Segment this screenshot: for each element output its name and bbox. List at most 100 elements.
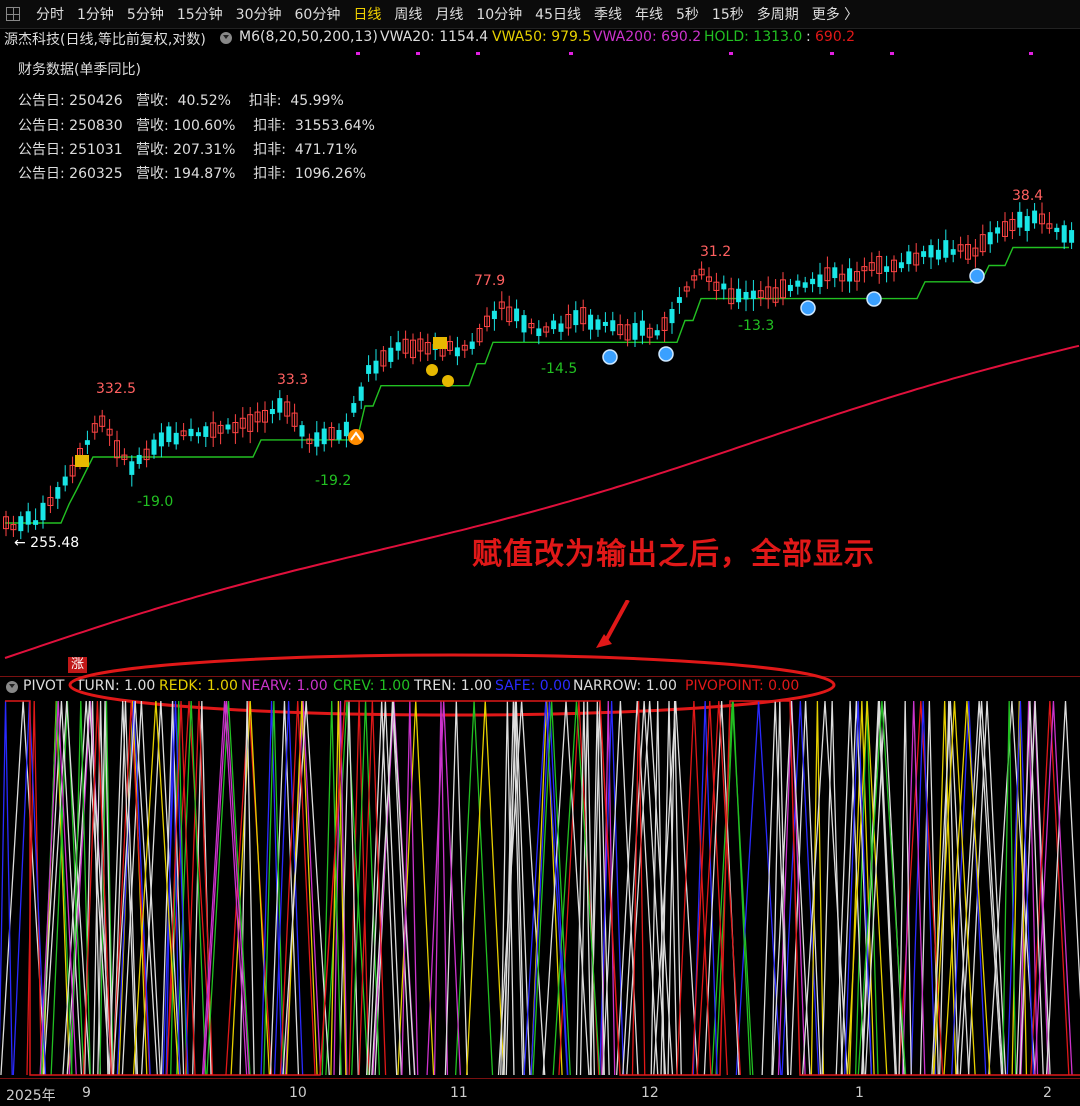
tab-period[interactable]: 10分钟 [476,4,522,24]
candlestick-chart[interactable] [0,48,1080,668]
tab-period[interactable]: 1分钟 [77,4,114,24]
tab-period[interactable]: 60分钟 [295,4,341,24]
candle-down [358,386,364,401]
info-dot [830,52,834,55]
candle-down [1017,211,1023,228]
hold-separator: : [806,29,811,45]
candle-down [151,439,157,455]
info-dot [356,52,360,55]
candle-down [40,502,46,521]
candle-down [84,440,90,445]
hold-value: HOLD: 1313.0 [704,29,803,45]
candle-down [62,476,68,486]
tab-period[interactable]: 年线 [635,4,663,24]
hold-line [5,246,1069,524]
candle-down [314,432,320,447]
candle-down [1069,230,1075,243]
candle-down [388,347,394,362]
tab-period[interactable]: 45日线 [535,4,581,24]
x-tick: 2 [1043,1085,1052,1101]
info-dot [1029,52,1033,55]
candle-down [25,511,31,525]
candle-down [136,454,142,465]
candle-down [810,278,816,285]
info-dot [476,52,480,55]
candle-down [847,268,853,282]
tab-period[interactable]: 日线 [353,4,381,24]
x-tick: 9 [82,1085,91,1101]
tab-period[interactable]: 5秒 [676,4,699,24]
tab-period[interactable]: 5分钟 [127,4,164,24]
candle-down [18,516,24,532]
candle-down [225,424,231,430]
candle-down [454,347,460,357]
collapse-main-icon[interactable] [220,32,232,44]
tab-period[interactable]: 分时 [36,4,64,24]
candle-down [950,249,956,255]
vwa50-value: VWA50: 979.5 [492,29,592,45]
candle-down [610,320,616,332]
annotation-arrow [602,600,630,645]
layout-grid-icon[interactable] [6,7,20,21]
candle-down [188,428,194,437]
tab-period[interactable]: 季线 [594,4,622,24]
pivot-signal-chart[interactable] [0,697,1080,1077]
tab-period[interactable]: 15秒 [712,4,744,24]
tab-period[interactable]: 周线 [394,4,422,24]
candle-down [928,245,934,258]
m6-params[interactable]: M6(8,20,50,200,13) [239,29,378,45]
candle-down [750,290,756,300]
candle-down [832,267,838,279]
high-label: 77.9 [474,273,506,289]
candle-down [514,308,520,322]
hold-second-value: 690.2 [815,29,856,45]
high-label: 332.5 [96,381,137,397]
candle-down [558,323,564,332]
vwa20-value: VWA20: 1154.4 [380,29,489,45]
candle-down [639,320,645,336]
candle-down [676,297,682,303]
candle-down [395,342,401,351]
info-dot [569,52,573,55]
candle-down [721,283,727,290]
candle-down [336,429,342,440]
x-tick: 11 [450,1085,468,1101]
candle-down [736,288,742,303]
date-axis: 2025年 9 10 11 12 1 2 [0,1078,1080,1106]
candle-down [277,398,283,413]
x-tick: 1 [855,1085,864,1101]
candle-down [943,240,949,258]
candle-down [373,360,379,374]
candle-down [321,428,327,445]
candle-down [995,227,1001,234]
signal-spike [821,700,843,1076]
candle-down [343,421,349,437]
candle-down [588,314,594,330]
signal-spike [466,700,505,1076]
tab-period[interactable]: 15分钟 [177,4,223,24]
candle-down [602,321,608,326]
tab-period[interactable]: 更多 〉 [812,4,858,24]
candle-down [1024,216,1030,231]
period-toolbar: 分时 1分钟 5分钟 15分钟 30分钟 60分钟 日线 周线 月线 10分钟 45日线 季线 年线 5秒… [0,0,1080,29]
indicator-info-bar: 源杰科技(日线,等比前复权,对数) M6(8,20,50,200,13) VWA… [0,28,1080,48]
note-icon [433,337,447,349]
tab-period[interactable]: 30分钟 [236,4,282,24]
candle-down [299,425,305,437]
tab-period[interactable]: 月线 [435,4,463,24]
low-label: -19.2 [315,473,352,489]
info-dot [729,52,733,55]
candle-down [898,262,904,269]
vwa200-value: VWA200: 690.2 [593,29,702,45]
candle-down [743,291,749,300]
tab-period[interactable]: 多周期 [757,4,799,24]
candle-down [173,432,179,445]
high-label: 38.4 [1012,188,1044,204]
candle-down [632,323,638,340]
signal-bubble-icon [658,346,674,362]
candle-down [921,251,927,257]
signal-bubble-icon [800,300,816,316]
candle-down [987,232,993,245]
stock-title: 源杰科技(日线,等比前复权,对数) [4,32,206,48]
candle-down [366,365,372,374]
